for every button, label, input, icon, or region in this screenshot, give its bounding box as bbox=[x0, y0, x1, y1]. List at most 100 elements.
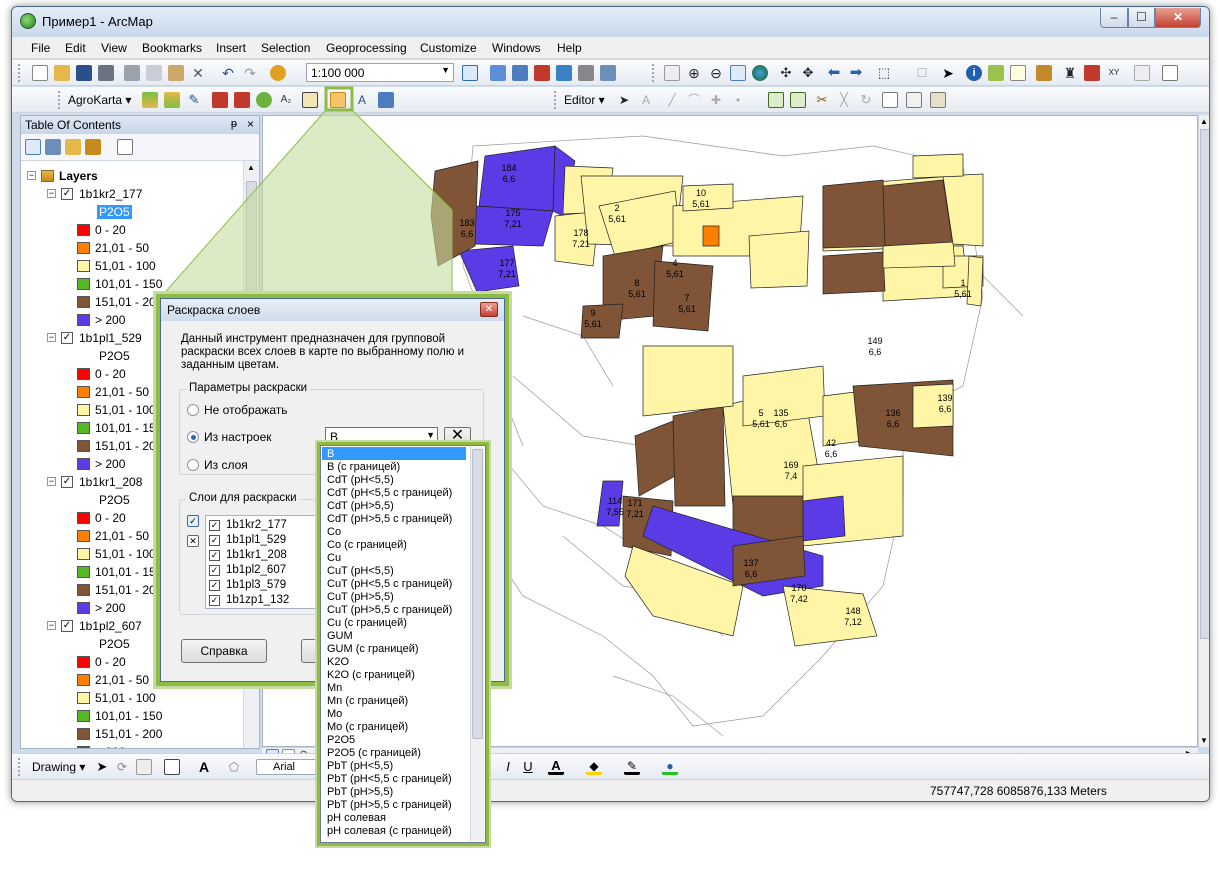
map-parcel[interactable] bbox=[634, 420, 676, 497]
dropdown-option[interactable]: PbT (pH>5,5 с границей) bbox=[327, 799, 452, 812]
map-parcel[interactable] bbox=[802, 495, 846, 542]
html-popup-icon[interactable] bbox=[1010, 65, 1026, 81]
map-parcel[interactable] bbox=[882, 241, 956, 269]
grid-tool-icon[interactable] bbox=[212, 92, 228, 108]
dropdown-scroll-thumb[interactable] bbox=[472, 449, 483, 739]
menu-view[interactable]: View bbox=[101, 41, 127, 55]
trace-icon[interactable]: ✚ bbox=[708, 92, 724, 108]
menu-insert[interactable]: Insert bbox=[216, 41, 246, 55]
back-extent-icon[interactable]: ⬅ bbox=[826, 65, 842, 81]
new-doc-icon[interactable] bbox=[32, 65, 48, 81]
layer-checkbox[interactable]: ✓ bbox=[209, 580, 220, 591]
dropdown-option[interactable]: CdT (pH>5,5 с границей) bbox=[327, 513, 452, 526]
attributes-icon[interactable] bbox=[882, 92, 898, 108]
font-color-icon[interactable]: A bbox=[548, 759, 564, 775]
zoom-in-fixed-icon[interactable] bbox=[664, 65, 680, 81]
list-by-drawing-order-icon[interactable] bbox=[25, 139, 41, 155]
frame-tool-icon[interactable] bbox=[302, 92, 318, 108]
pin-icon[interactable]: ᵽ bbox=[231, 118, 237, 130]
zoom-to-selected-icon[interactable] bbox=[136, 759, 152, 775]
list-by-visibility-icon[interactable] bbox=[65, 139, 81, 155]
dropdown-option[interactable]: CdT (pH<5,5 с границей) bbox=[327, 487, 452, 500]
dropdown-option[interactable]: Co (с границей) bbox=[327, 539, 407, 552]
map-parcel[interactable] bbox=[672, 405, 726, 507]
edit-vertices-icon[interactable] bbox=[768, 92, 784, 108]
drawing-menu[interactable]: Drawing ▾ bbox=[32, 760, 85, 774]
layers-tool-icon[interactable] bbox=[142, 92, 158, 108]
radio-none-label[interactable]: Не отображать bbox=[204, 403, 288, 417]
layer-checkbox[interactable]: ✓ bbox=[209, 520, 220, 531]
save-icon[interactable] bbox=[76, 65, 92, 81]
paste-icon[interactable] bbox=[168, 65, 184, 81]
map-parcel[interactable] bbox=[642, 345, 734, 417]
uncheck-all-icon[interactable]: ✕ bbox=[187, 535, 199, 547]
dropdown-option[interactable]: P2O5 bbox=[327, 734, 355, 747]
field-combo[interactable]: B ▼ bbox=[325, 427, 438, 447]
dropdown-option[interactable]: pH солевая (с границей) bbox=[327, 825, 452, 838]
dropdown-option[interactable]: K2O bbox=[327, 656, 349, 669]
clear-selection-icon[interactable]: ☐ bbox=[914, 65, 930, 81]
dropdown-option[interactable]: PbT (pH<5,5 с границей) bbox=[327, 773, 452, 786]
dropdown-option[interactable]: PbT (pH<5,5) bbox=[327, 760, 393, 773]
dropdown-option[interactable]: CdT (pH<5,5) bbox=[327, 474, 394, 487]
toc-close-icon[interactable]: × bbox=[247, 117, 254, 131]
toolbar-grip[interactable] bbox=[554, 91, 557, 109]
radio-from-layer[interactable] bbox=[187, 459, 199, 471]
table-icon[interactable] bbox=[490, 65, 506, 81]
map-vertical-scrollbar[interactable]: ▲ ▼ bbox=[1198, 115, 1209, 747]
zoom-out-icon[interactable]: ⊖ bbox=[708, 65, 724, 81]
map-parcel[interactable] bbox=[912, 153, 964, 179]
layer-checkbox[interactable]: ✓ bbox=[209, 550, 220, 561]
radio-from-layer-label[interactable]: Из слоя bbox=[204, 458, 248, 472]
select-features-icon[interactable]: ⬚ bbox=[876, 65, 892, 81]
layer-visibility-checkbox[interactable]: ✓ bbox=[61, 188, 73, 200]
collapse-icon[interactable]: − bbox=[47, 189, 56, 198]
dropdown-option[interactable]: B (с границей) bbox=[327, 461, 400, 474]
layer-visibility-checkbox[interactable]: ✓ bbox=[61, 620, 73, 632]
edit-tool-icon[interactable]: ➤ bbox=[616, 92, 632, 108]
point-icon[interactable]: • bbox=[730, 92, 746, 108]
radio-from-settings[interactable] bbox=[187, 431, 199, 443]
time-slider-icon[interactable] bbox=[1134, 65, 1150, 81]
open-icon[interactable] bbox=[54, 65, 70, 81]
clear-field-button[interactable]: ✕ bbox=[444, 427, 471, 447]
map-parcel[interactable] bbox=[882, 179, 954, 247]
maximize-button[interactable]: ☐ bbox=[1128, 8, 1155, 28]
list-by-source-icon[interactable] bbox=[45, 139, 61, 155]
go-to-xy-icon[interactable]: XY bbox=[1106, 65, 1122, 81]
toolbar-grip[interactable] bbox=[18, 64, 21, 82]
layer-checkbox[interactable]: ✓ bbox=[209, 595, 220, 606]
italic-button[interactable]: I bbox=[500, 759, 516, 775]
magnifier-icon[interactable] bbox=[1162, 65, 1178, 81]
dropdown-option[interactable]: GUM bbox=[327, 630, 353, 643]
text-icon[interactable]: A bbox=[196, 759, 212, 775]
map-parcel[interactable] bbox=[822, 251, 886, 295]
toc-options-icon[interactable] bbox=[117, 139, 133, 155]
dropdown-option[interactable]: CuT (pH<5,5) bbox=[327, 565, 394, 578]
find-route-icon[interactable] bbox=[1084, 65, 1100, 81]
globe-tool-icon[interactable] bbox=[256, 92, 272, 108]
agrokarta-menu[interactable]: AgroKarta ▾ bbox=[68, 93, 131, 107]
undo-icon[interactable]: ↶ bbox=[220, 65, 236, 81]
dropdown-option[interactable]: Cu (с границей) bbox=[327, 617, 407, 630]
radio-none[interactable] bbox=[187, 404, 199, 416]
find-icon[interactable]: ♜ bbox=[1062, 65, 1078, 81]
layer-coloring-tool-icon[interactable] bbox=[330, 92, 346, 108]
dropdown-option[interactable]: Co bbox=[327, 526, 341, 539]
fixed-zoom-in-icon[interactable]: ✣ bbox=[778, 65, 794, 81]
map-parcel[interactable] bbox=[478, 145, 556, 212]
pan-icon[interactable] bbox=[730, 65, 746, 81]
dropdown-option[interactable]: Mo bbox=[327, 708, 342, 721]
menu-geoprocessing[interactable]: Geoprocessing bbox=[326, 41, 407, 55]
print-icon[interactable] bbox=[98, 65, 114, 81]
full-extent-icon[interactable] bbox=[752, 65, 768, 81]
create-features-icon[interactable] bbox=[930, 92, 946, 108]
collapse-icon[interactable]: − bbox=[47, 333, 56, 342]
edit-annotation-icon[interactable]: A bbox=[638, 92, 654, 108]
dropdown-option[interactable]: GUM (с границей) bbox=[327, 643, 419, 656]
reshape-icon[interactable] bbox=[790, 92, 806, 108]
fixed-zoom-out-icon[interactable]: ✥ bbox=[800, 65, 816, 81]
text-style-tool-icon[interactable]: A bbox=[354, 92, 370, 108]
menu-edit[interactable]: Edit bbox=[65, 41, 86, 55]
menu-help[interactable]: Help bbox=[557, 41, 582, 55]
